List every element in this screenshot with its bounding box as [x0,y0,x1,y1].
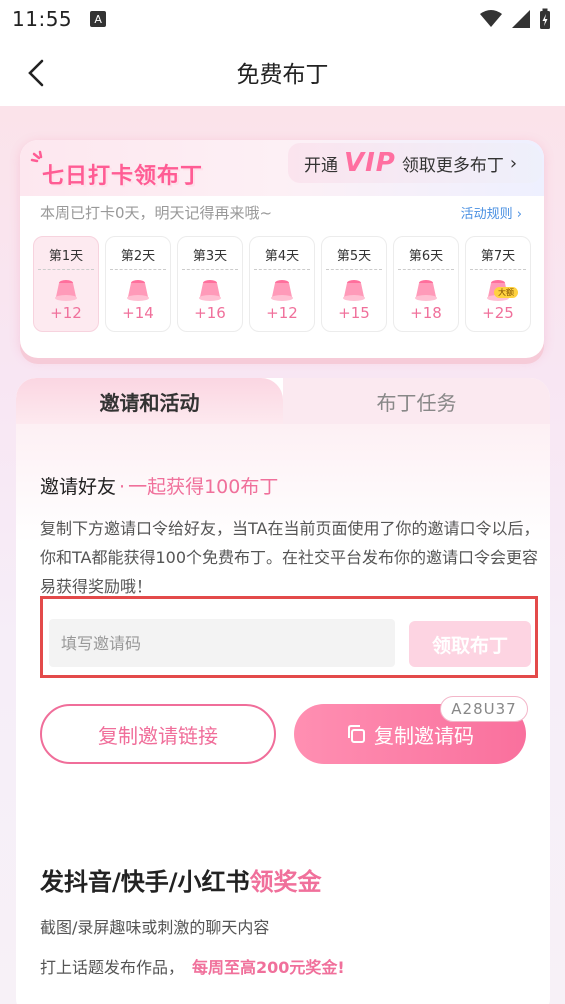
social-reward-title: 发抖音/快手/小红书领奖金 [40,862,322,897]
pudding-icon [343,280,365,301]
checkin-days: 第1天 +12 第2天 +14 第3天 +16 第4天 +12 第5天 +15 … [33,236,531,332]
copy-icon [348,725,365,743]
day-card-1[interactable]: 第1天 +12 [33,236,99,332]
day-label: 第7天 [470,245,526,270]
wifi-icon [480,10,502,27]
pudding-icon [55,280,77,301]
claim-pudding-button[interactable]: 领取布丁 [409,621,531,667]
page-title: 免费布丁 [236,62,329,88]
copy-code-label: 复制邀请码 [374,723,474,748]
invite-title-dot: · [119,476,126,498]
invite-description: 复制下方邀请口令给好友，当TA在当前页面使用了你的邀请口令以后，你和TA都能获得… [40,519,540,596]
day-reward: +12 [266,304,298,322]
vip-logo: VIP [344,148,396,178]
invite-title-highlight: 一起获得100布丁 [128,476,279,498]
nav-bar: 免费布丁 [0,38,565,106]
battery-icon [540,8,550,29]
checkin-card: 七日打卡领布丁 开通 VIP 领取更多布丁 › 本周已打卡0天，明天记得再来哦~… [20,140,544,358]
pudding-icon [127,280,149,301]
notification-a-icon: A [90,11,107,27]
invite-code-input[interactable] [49,619,395,667]
pudding-icon [271,280,293,301]
vip-more-label: 领取更多布丁 [401,155,504,176]
checkin-title: 七日打卡领布丁 [42,164,204,189]
big-reward-badge: 大额 [494,287,518,298]
day-reward: +15 [338,304,370,322]
day-label: 第3天 [182,245,238,270]
day-card-7[interactable]: 第7天 大额 +25 [465,236,531,332]
day-reward: +18 [410,304,442,322]
invite-title-main: 邀请好友 [40,476,117,498]
social-reward-line1: 截图/录屏趣味或刺激的聊天内容 [40,918,270,937]
vip-banner-button[interactable]: 开通 VIP 领取更多布丁 › [288,143,542,183]
social-reward-title-highlight: 领奖金 [249,868,322,896]
social-reward-line2: 打上话题发布作品， 每周至高200元奖金! [40,954,345,978]
invite-section: 邀请好友 · 一起获得100布丁 复制下方邀请口令给好友，当TA在当前页面使用了你的… [16,378,550,977]
day-label: 第1天 [38,245,94,270]
status-icons [479,8,551,30]
day-label: 第2天 [110,245,166,270]
day-reward: +12 [50,304,82,322]
day-label: 第6天 [398,245,454,270]
vip-open-label: 开通 [304,155,338,176]
day-card-3[interactable]: 第3天 +16 [177,236,243,332]
day-card-6[interactable]: 第6天 +18 [393,236,459,332]
day-label: 第5天 [326,245,382,270]
pudding-icon [415,280,437,301]
back-arrow-icon[interactable] [22,58,52,88]
chevron-right-icon: › [509,152,518,174]
invite-code-badge: A28U37 [440,696,528,722]
redeem-highlight-box: 领取布丁 [40,596,538,678]
checkin-status-text: 本周已打卡0天，明天记得再来哦~ [40,204,273,222]
day-reward: +14 [122,304,154,322]
signal-icon [512,10,530,28]
status-bar: 11:55 A [0,0,565,38]
day-label: 第4天 [254,245,310,270]
day-card-4[interactable]: 第4天 +12 [249,236,315,332]
rules-link[interactable]: 活动规则 › [461,203,522,222]
social-reward-line2-main: 打上话题发布作品， [40,958,185,977]
day-reward: +25 [482,304,514,322]
status-time: 11:55 [12,7,73,31]
pudding-icon [199,280,221,301]
invite-title: 邀请好友 · 一起获得100布丁 [40,472,278,499]
social-reward-line2-highlight: 每周至高200元奖金! [192,958,345,977]
copy-invite-link-button[interactable]: 复制邀请链接 [40,704,276,764]
day-reward: +16 [194,304,226,322]
social-reward-title-main: 发抖音/快手/小红书 [40,868,250,896]
day-card-5[interactable]: 第5天 +15 [321,236,387,332]
day-card-2[interactable]: 第2天 +14 [105,236,171,332]
